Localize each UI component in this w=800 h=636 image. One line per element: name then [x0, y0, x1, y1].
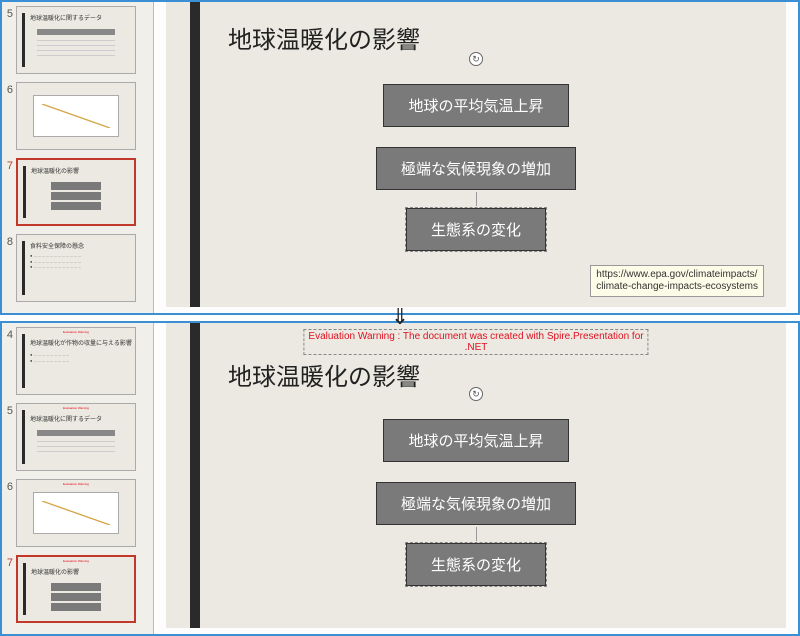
- top-outer: 5 地球温暖化に関するデータ 6 7 地球温暖化の影響 8 食料安全保障の懸念 …: [0, 0, 800, 315]
- connector: [476, 192, 477, 206]
- slide-title[interactable]: 地球温暖化の影響: [228, 357, 420, 392]
- slide[interactable]: Evaluation Warning : The document was cr…: [166, 323, 786, 628]
- box-1[interactable]: 地球の平均気温上昇: [383, 419, 568, 462]
- thumb-row[interactable]: 6 Evaluation Warning: [2, 479, 147, 547]
- top-pane: 5 地球温暖化に関するデータ 6 7 地球温暖化の影響 8 食料安全保障の懸念 …: [2, 2, 798, 313]
- thumb-row[interactable]: 4 Evaluation Warning 地球温暖化が作物の収量に与える影響 ●…: [2, 327, 147, 395]
- thumb-number: 7: [2, 555, 16, 569]
- thumb-7[interactable]: 地球温暖化の影響: [16, 158, 136, 226]
- bottom-canvas: Evaluation Warning : The document was cr…: [154, 323, 798, 634]
- box-column: 地球の平均気温上昇 極端な気候現象の増加 ↻ 生態系の変化: [166, 409, 786, 596]
- thumb-row[interactable]: 8 食料安全保障の懸念 ● ………………………………● …………………………………: [2, 234, 147, 302]
- thumb-number: 5: [2, 6, 16, 20]
- box-3-selected[interactable]: 生態系の変化: [406, 543, 546, 586]
- box-3-selected[interactable]: 生態系の変化: [406, 208, 546, 251]
- box-2[interactable]: 極端な気候現象の増加: [376, 482, 576, 525]
- thumb-number: 7: [2, 158, 16, 172]
- thumb-4[interactable]: Evaluation Warning 地球温暖化が作物の収量に与える影響 ● ……: [16, 327, 136, 395]
- rotate-handle-icon[interactable]: ↻: [469, 387, 483, 401]
- down-arrow-icon: ⇓: [0, 315, 800, 321]
- rotate-handle-icon[interactable]: ↻: [469, 52, 483, 66]
- thumb-number: 5: [2, 403, 16, 417]
- bottom-pane: 4 Evaluation Warning 地球温暖化が作物の収量に与える影響 ●…: [2, 323, 798, 634]
- thumb-row[interactable]: 7 地球温暖化の影響: [2, 158, 147, 226]
- top-canvas: 地球温暖化の影響 地球の平均気温上昇 極端な気候現象の増加 ↻ 生態系の変化 h…: [154, 2, 798, 313]
- thumb-row[interactable]: 7 Evaluation Warning 地球温暖化の影響: [2, 555, 147, 623]
- thumb-5[interactable]: 地球温暖化に関するデータ: [16, 6, 136, 74]
- box-column: 地球の平均気温上昇 極端な気候現象の増加 ↻ 生態系の変化: [166, 74, 786, 261]
- thumb-number: 4: [2, 327, 16, 341]
- thumb-6[interactable]: [16, 82, 136, 150]
- slide-title[interactable]: 地球温暖化の影響: [228, 20, 420, 55]
- evaluation-warning: Evaluation Warning : The document was cr…: [303, 329, 648, 355]
- thumb-row[interactable]: 5 Evaluation Warning 地球温暖化に関するデータ: [2, 403, 147, 471]
- thumb-row[interactable]: 5 地球温暖化に関するデータ: [2, 6, 147, 74]
- hyperlink-tooltip: https://www.epa.gov/climateimpacts/clima…: [590, 265, 764, 297]
- bottom-thumbnail-panel: 4 Evaluation Warning 地球温暖化が作物の収量に与える影響 ●…: [2, 323, 154, 634]
- bottom-outer: 4 Evaluation Warning 地球温暖化が作物の収量に与える影響 ●…: [0, 321, 800, 636]
- thumb-number: 6: [2, 82, 16, 96]
- thumb-number: 8: [2, 234, 16, 248]
- box-2[interactable]: 極端な気候現象の増加: [376, 147, 576, 190]
- box-1[interactable]: 地球の平均気温上昇: [383, 84, 568, 127]
- top-thumbnail-panel: 5 地球温暖化に関するデータ 6 7 地球温暖化の影響 8 食料安全保障の懸念 …: [2, 2, 154, 313]
- slide[interactable]: 地球温暖化の影響 地球の平均気温上昇 極端な気候現象の増加 ↻ 生態系の変化 h…: [166, 2, 786, 307]
- thumb-number: 6: [2, 479, 16, 493]
- connector: [476, 527, 477, 541]
- thumb-7[interactable]: Evaluation Warning 地球温暖化の影響: [16, 555, 136, 623]
- thumb-8[interactable]: 食料安全保障の懸念 ● ………………………………● ………………………………● …: [16, 234, 136, 302]
- thumb-5[interactable]: Evaluation Warning 地球温暖化に関するデータ: [16, 403, 136, 471]
- thumb-row[interactable]: 6: [2, 82, 147, 150]
- thumb-6[interactable]: Evaluation Warning: [16, 479, 136, 547]
